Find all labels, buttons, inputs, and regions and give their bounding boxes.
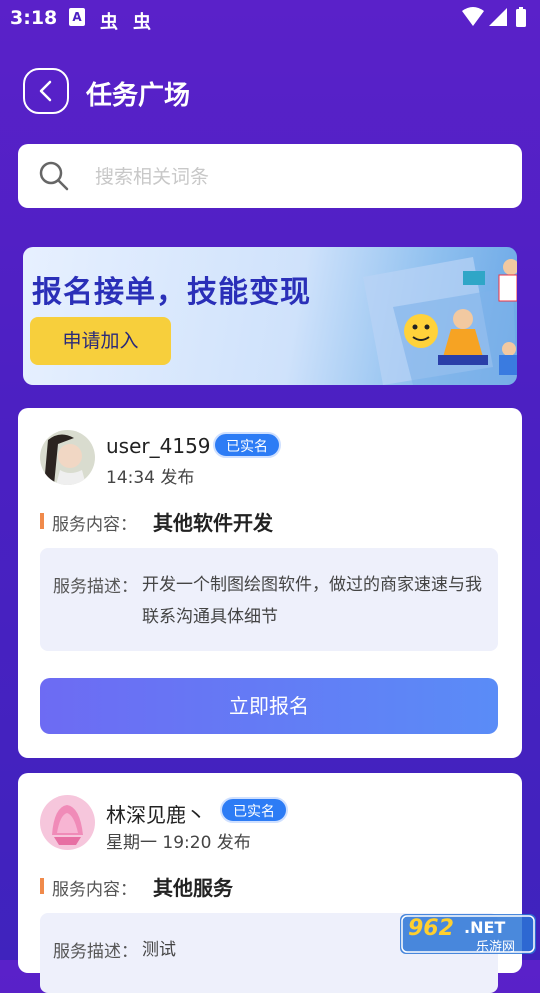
notification-bug-icon-2: 虫: [133, 12, 151, 33]
battery-icon: [516, 9, 526, 27]
page-title: 任务广场: [86, 81, 191, 111]
field-marker: [40, 513, 44, 529]
service-description-text: 开发一个制图绘图软件，做过的商家速速与我联系沟通具体细节: [142, 575, 482, 627]
service-content-value: 其他服务: [153, 876, 233, 900]
status-bar: 3:18 A 虫 虫: [0, 0, 540, 40]
signal-icon: [489, 8, 507, 26]
avatar[interactable]: [40, 795, 95, 850]
watermark-logo: 962 .NET 乐游网: [400, 912, 536, 956]
watermark-brand: 962: [408, 916, 454, 941]
apply-join-button[interactable]: 申请加入: [30, 317, 171, 365]
notification-bug-icon: 虫: [100, 12, 118, 33]
back-button[interactable]: [23, 68, 69, 114]
verified-badge: 已实名: [220, 797, 288, 823]
chevron-left-icon: [39, 80, 52, 102]
service-description-box: 服务描述： 开发一个制图绘图软件，做过的商家速速与我联系沟通具体细节: [40, 548, 498, 651]
search-icon: [39, 161, 69, 191]
post-time: 14:34 发布: [106, 468, 195, 488]
post-time: 星期一 19:20 发布: [106, 833, 251, 853]
banner-title: 报名接单，技能变现: [32, 275, 311, 310]
field-marker: [40, 878, 44, 894]
watermark-suffix: .NET: [464, 918, 506, 937]
verified-badge: 已实名: [213, 432, 281, 458]
service-content-value: 其他软件开发: [153, 511, 273, 535]
status-right-icons: [460, 6, 530, 34]
service-description-label: 服务描述：: [53, 942, 138, 962]
apply-now-button[interactable]: 立即报名: [40, 678, 498, 734]
service-content-label: 服务内容：: [52, 515, 137, 535]
watermark-sub: 乐游网: [476, 940, 516, 955]
task-card[interactable]: user_4159 已实名 14:34 发布 服务内容： 其他软件开发 服务描述…: [18, 408, 522, 758]
title-bar: 任务广场: [0, 66, 540, 118]
user-name: user_4159: [106, 434, 211, 458]
wifi-icon: [462, 7, 484, 26]
service-content-label: 服务内容：: [52, 880, 137, 900]
user-name: 林深见鹿丶: [106, 803, 206, 827]
promo-banner[interactable]: 报名接单，技能变现 申请加入: [23, 247, 517, 385]
notification-a-icon: A: [69, 8, 85, 26]
banner-illustration: [363, 257, 517, 385]
search-input[interactable]: [93, 157, 497, 197]
avatar[interactable]: [40, 430, 95, 485]
status-time: 3:18: [10, 7, 58, 29]
search-box[interactable]: [18, 144, 522, 208]
service-description-label: 服务描述：: [53, 577, 138, 597]
